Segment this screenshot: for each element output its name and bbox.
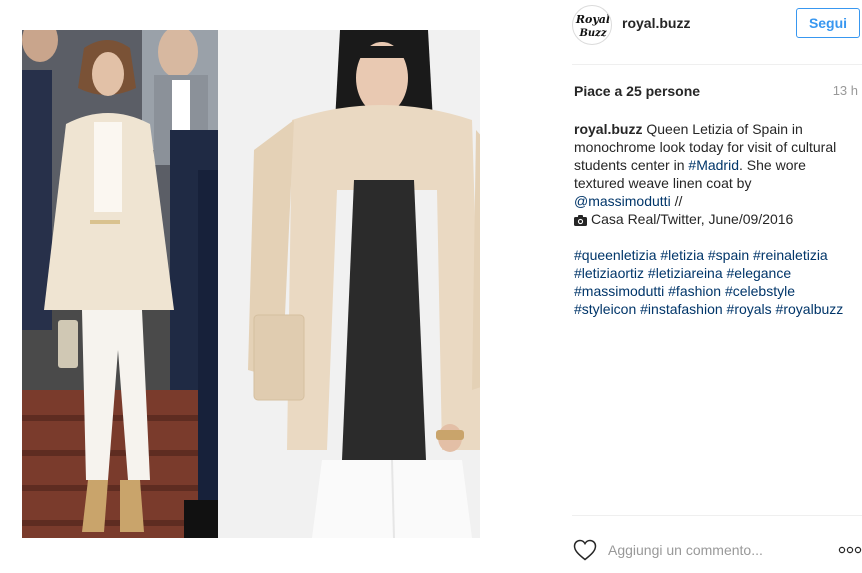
mention-link[interactable]: @massimodutti xyxy=(574,193,671,209)
hashtag-link[interactable]: #Madrid xyxy=(688,157,739,173)
caption-line: @massimodutti // xyxy=(574,192,860,210)
right-photo xyxy=(218,30,480,538)
post-sidebar: Royal Buzz royal.buzz Segui Piace a 25 p… xyxy=(560,0,862,573)
divider xyxy=(572,515,862,516)
left-photo xyxy=(22,30,218,538)
caption-username[interactable]: royal.buzz xyxy=(574,121,642,137)
caption-text: Queen Letizia of Spain in xyxy=(642,121,803,137)
follow-button[interactable]: Segui xyxy=(796,8,860,38)
post-header: Royal Buzz royal.buzz Segui xyxy=(560,0,862,52)
hashtag-line[interactable]: #styleicon #instafashion #royals #royalb… xyxy=(574,300,862,318)
post-caption: royal.buzz Queen Letizia of Spain in mon… xyxy=(574,120,860,228)
caption-text: Casa Real/Twitter, June/09/2016 xyxy=(591,211,794,227)
divider xyxy=(572,64,862,65)
hashtag-line[interactable]: #queenletizia #letizia #spain #reinaleti… xyxy=(574,246,862,264)
caption-text: . She wore xyxy=(739,157,806,173)
caption-line: textured weave linen coat by xyxy=(574,175,752,191)
caption-line: Casa Real/Twitter, June/09/2016 xyxy=(574,210,860,228)
comment-input[interactable] xyxy=(608,540,808,560)
likes-count[interactable]: Piace a 25 persone xyxy=(574,83,700,99)
caption-text: students center in xyxy=(574,157,689,173)
heart-icon[interactable] xyxy=(573,539,597,561)
post-time[interactable]: 13 h xyxy=(833,83,858,98)
caption-text: // xyxy=(670,193,683,209)
caption-line: monochrome look today for visit of cultu… xyxy=(574,139,837,155)
hashtag-line[interactable]: #massimodutti #fashion #celebstyle xyxy=(574,282,862,300)
camera-icon xyxy=(574,215,587,226)
hashtag-block: #queenletizia #letizia #spain #reinaleti… xyxy=(574,246,862,318)
hashtag-line[interactable]: #letiziaortiz #letiziareina #elegance xyxy=(574,264,862,282)
caption-line: students center in #Madrid. She wore xyxy=(574,156,860,174)
avatar-text-top: Royal xyxy=(575,13,610,26)
post-image[interactable] xyxy=(22,30,480,538)
username-link[interactable]: royal.buzz xyxy=(622,15,690,31)
avatar[interactable]: Royal Buzz xyxy=(572,5,612,45)
avatar-text-bottom: Buzz xyxy=(578,28,606,39)
caption-line: royal.buzz Queen Letizia of Spain in xyxy=(574,120,860,138)
more-options-icon[interactable] xyxy=(838,546,862,554)
